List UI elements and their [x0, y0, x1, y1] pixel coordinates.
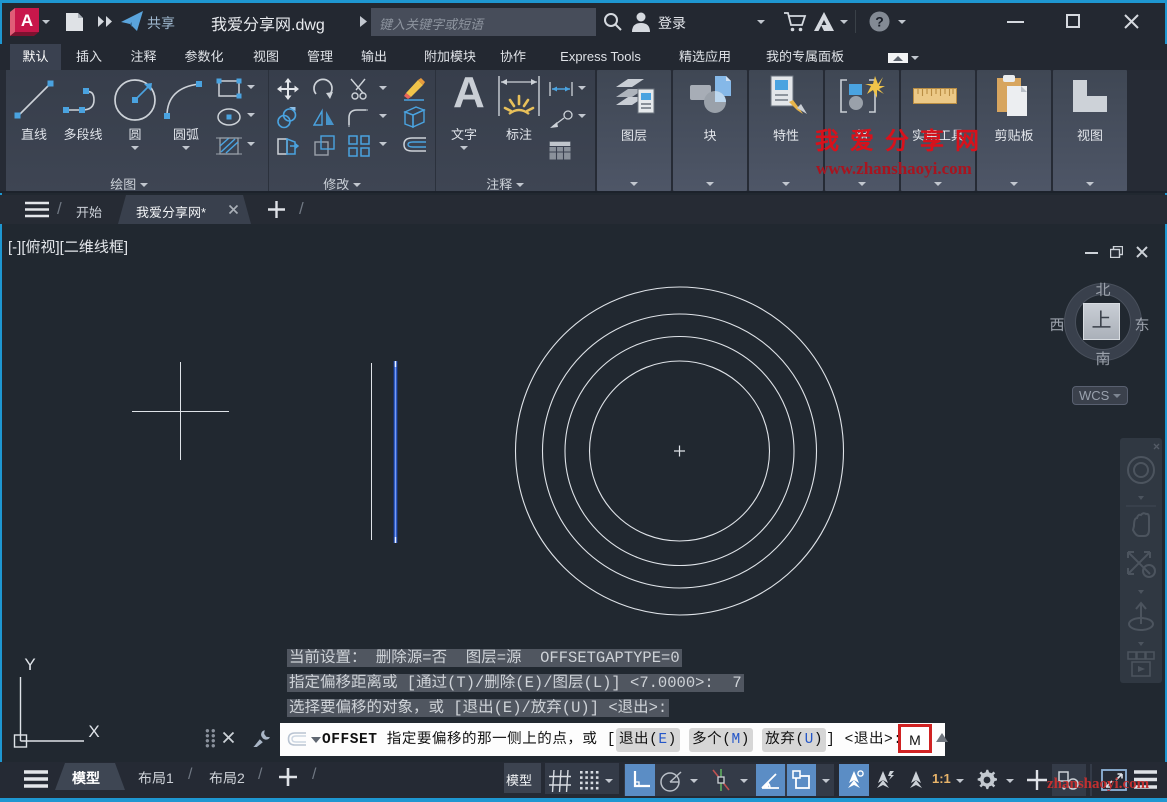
svg-text:Y: Y: [24, 655, 35, 674]
svg-text:?: ?: [875, 14, 884, 30]
svg-text:A: A: [21, 11, 33, 30]
svg-text:X: X: [88, 722, 99, 741]
